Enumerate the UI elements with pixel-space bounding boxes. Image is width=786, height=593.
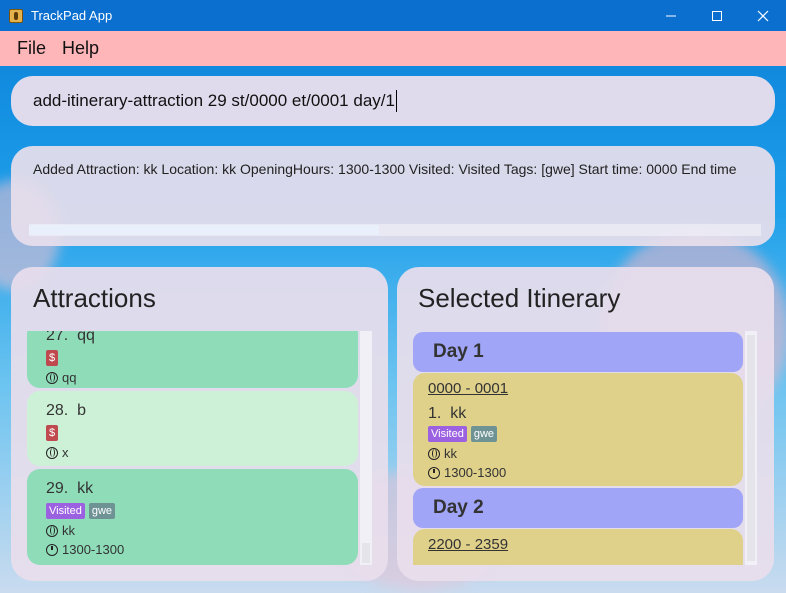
scrollbar-thumb[interactable] (362, 543, 370, 563)
visited-tag: Visited (46, 503, 85, 519)
attraction-hours: 1300-1300 (428, 465, 743, 480)
scrollbar-thumb[interactable] (29, 225, 379, 235)
menu-file[interactable]: File (9, 38, 54, 59)
attraction-title: 28. b (46, 391, 358, 420)
minimize-button[interactable] (648, 0, 694, 31)
text-caret (395, 90, 397, 112)
attraction-name: kk (77, 480, 94, 497)
window-controls (648, 0, 786, 31)
app-icon (9, 8, 23, 23)
attraction-location: kk (428, 446, 743, 461)
price-tag: $ (46, 425, 59, 441)
attraction-list[interactable]: 27. qq $ qq 28. b $ x 29. kk Visited gwe… (27, 331, 360, 565)
result-display: Added Attraction: kk Location: kk Openin… (11, 146, 775, 246)
attraction-name: b (77, 402, 87, 419)
itinerary-attraction-card[interactable]: 0000 - 0001 1. kk Visited gwe kk 1300-13… (413, 373, 743, 486)
title-bar: TrackPad App (0, 0, 786, 31)
globe-icon (46, 371, 58, 384)
attraction-list-scrollbar[interactable] (360, 331, 372, 565)
attraction-tags: $ (46, 350, 358, 366)
attraction-tags: Visited gwe (46, 503, 358, 519)
result-horizontal-scrollbar[interactable] (29, 224, 761, 236)
clock-icon (46, 543, 58, 556)
attraction-name: kk (450, 405, 467, 422)
time-range: 2200 - 2359 (428, 536, 509, 553)
itinerary-attraction-card[interactable]: 2200 - 2359 (413, 529, 743, 565)
attraction-card[interactable]: 27. qq $ qq (27, 331, 358, 388)
attractions-title: Attractions (33, 283, 156, 313)
attraction-index: 28. (46, 402, 69, 419)
command-text: add-itinerary-attraction 29 st/0000 et/0… (33, 91, 395, 110)
minimize-icon (666, 15, 676, 16)
location-text: kk (444, 446, 457, 461)
result-text: Added Attraction: kk Location: kk Openin… (33, 161, 737, 177)
attraction-title: 29. kk (46, 469, 358, 498)
itinerary-panel: Selected Itinerary Day 1 0000 - 0001 1. … (397, 267, 774, 581)
globe-icon (46, 524, 58, 537)
scrollbar-thumb[interactable] (747, 335, 755, 561)
menu-bar: File Help (0, 31, 786, 66)
globe-icon (46, 446, 58, 459)
attractions-panel: Attractions 27. qq $ qq 28. b $ x 29. kk… (11, 267, 388, 581)
attraction-location: x (46, 445, 358, 460)
attraction-location: kk (46, 523, 358, 538)
command-input[interactable]: add-itinerary-attraction 29 st/0000 et/0… (11, 76, 775, 126)
attraction-hours: 1300-1300 (46, 542, 358, 557)
attraction-index: 1. (428, 405, 442, 422)
close-icon (757, 10, 769, 21)
attraction-index: 29. (46, 480, 69, 497)
maximize-icon (712, 10, 722, 21)
attraction-card[interactable]: 28. b $ x (27, 391, 358, 466)
day-header: Day 1 (413, 332, 743, 372)
location-text: qq (62, 370, 77, 385)
close-button[interactable] (740, 0, 786, 31)
tag: gwe (470, 426, 498, 442)
attraction-tags: Visited gwe (428, 426, 743, 442)
tag: gwe (88, 503, 116, 519)
price-tag: $ (46, 350, 59, 366)
attraction-index: 27. (46, 331, 69, 344)
time-range: 0000 - 0001 (428, 380, 509, 397)
day-header: Day 2 (413, 488, 743, 528)
attraction-name: qq (77, 331, 95, 344)
attraction-title: 27. qq (46, 331, 358, 345)
clock-icon (428, 466, 440, 479)
hours-text: 1300-1300 (62, 542, 125, 557)
itinerary-attraction-title: 1. kk (428, 397, 743, 423)
location-text: kk (62, 523, 75, 538)
attraction-card[interactable]: 29. kk Visited gwe kk 1300-1300 (27, 469, 358, 565)
itinerary-title: Selected Itinerary (418, 283, 621, 313)
maximize-button[interactable] (694, 0, 740, 31)
attraction-location: qq (46, 370, 358, 385)
itinerary-scrollbar[interactable] (745, 331, 757, 565)
visited-tag: Visited (428, 426, 467, 442)
attraction-tags: $ (46, 425, 358, 441)
itinerary-day-list[interactable]: Day 1 0000 - 0001 1. kk Visited gwe kk 1… (413, 331, 746, 565)
location-text: x (62, 445, 69, 460)
window-title: TrackPad App (31, 8, 113, 23)
globe-icon (428, 447, 440, 460)
menu-help[interactable]: Help (54, 38, 107, 59)
hours-text: 1300-1300 (444, 465, 507, 480)
